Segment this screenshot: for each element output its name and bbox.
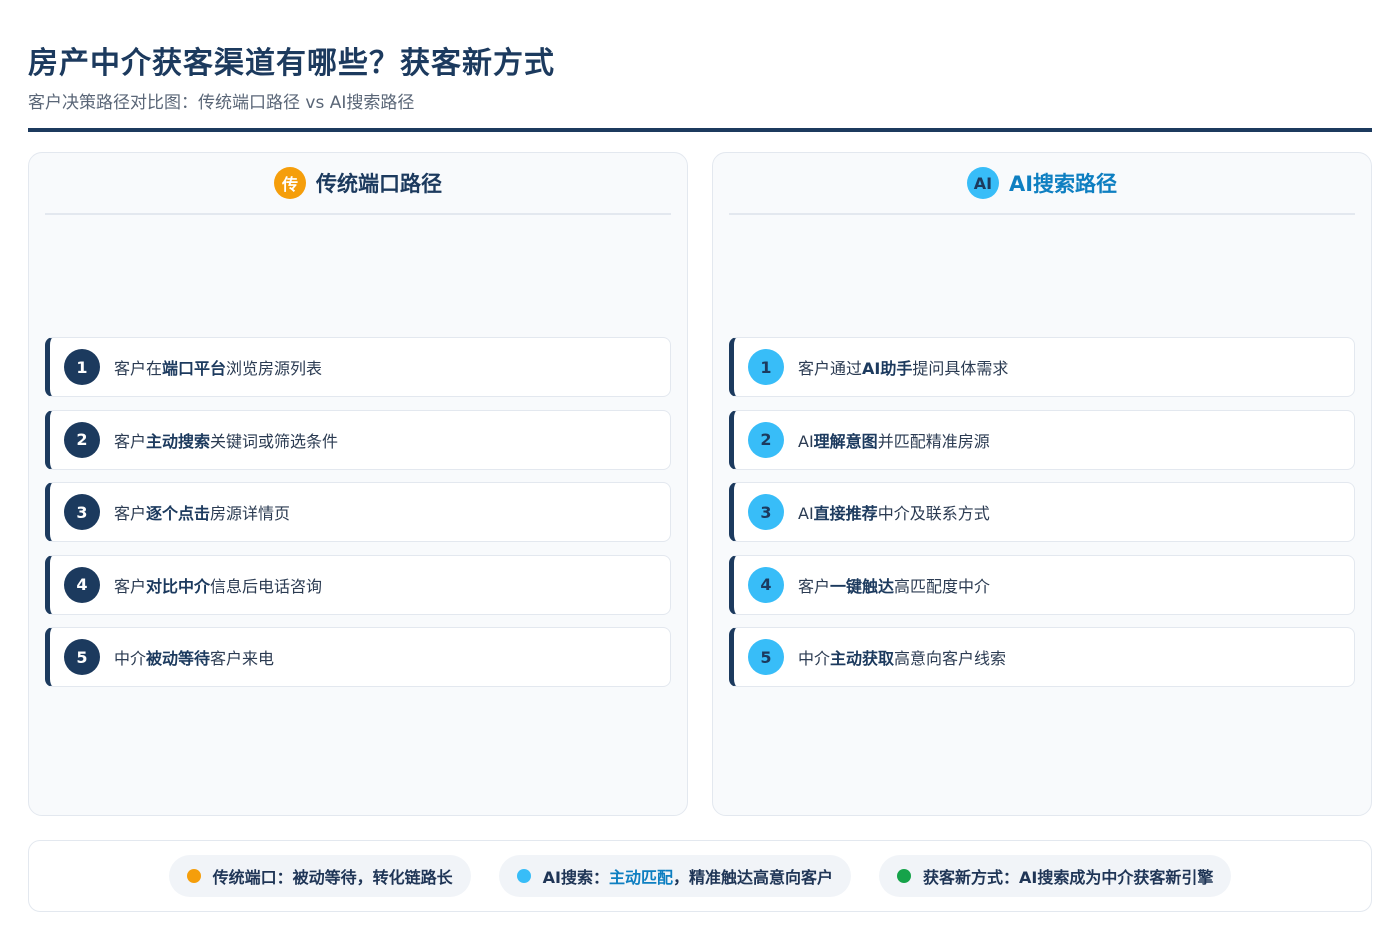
step-number-badge: 2	[64, 421, 100, 458]
traditional-path-panel: 传 传统端口路径 1 客户在端口平台浏览房源列表 2 客户主动搜索关键词或筛选条…	[28, 152, 688, 816]
blue-dot-icon	[516, 869, 531, 883]
step-text: 客户主动搜索关键词或筛选条件	[114, 431, 339, 451]
ai-step-2: 2 AI理解意图并匹配精准房源	[729, 409, 1355, 470]
ai-step-1: 1 客户通过AI助手提问具体需求	[729, 337, 1355, 397]
ai-path-panel: AI AI搜索路径 1 客户通过AI助手提问具体需求 2 AI理解意图并匹配精准…	[712, 152, 1372, 816]
traditional-path-title: 传统端口路径	[316, 172, 442, 196]
page-subtitle: 客户决策路径对比图：传统端口路径 vs AI搜索路径	[28, 93, 415, 113]
step-text: AI直接推荐中介及联系方式	[798, 504, 990, 523]
step-text: 中介主动获取高意向客户线索	[798, 649, 1007, 668]
step-text: 客户在端口平台浏览房源列表	[114, 359, 323, 378]
green-dot-icon	[897, 869, 912, 883]
step-number-badge: 2	[748, 421, 784, 458]
orange-dot-icon	[186, 869, 201, 883]
step-text: 中介被动等待客户来电	[114, 649, 275, 668]
step-number-badge: 1	[748, 349, 784, 385]
step-number-badge: 1	[64, 349, 100, 385]
summary-text: 传统端口：被动等待，转化链路长	[212, 868, 453, 887]
traditional-step-3: 3 客户逐个点击房源详情页	[45, 482, 671, 542]
ai-step-4: 4 客户一键触达高匹配度中介	[729, 554, 1355, 615]
summary-bar: 传统端口：被动等待，转化链路长 AI搜索：主动匹配，精准触达高意向客户 获客新方…	[28, 840, 1372, 912]
traditional-step-1: 1 客户在端口平台浏览房源列表	[45, 337, 671, 397]
traditional-path-header: 传 传统端口路径	[45, 153, 671, 215]
step-number-badge: 4	[748, 566, 784, 603]
summary-text: 获客新方式：AI搜索成为中介获客新引擎	[923, 868, 1214, 887]
step-number-badge: 3	[748, 494, 784, 530]
summary-text: AI搜索：主动匹配，精准触达高意向客户	[542, 868, 834, 887]
step-text: 客户逐个点击房源详情页	[114, 504, 291, 523]
traditional-step-5: 5 中介被动等待客户来电	[45, 627, 671, 687]
traditional-step-4: 4 客户对比中介信息后电话咨询	[45, 554, 671, 615]
step-text: 客户通过AI助手提问具体需求	[798, 359, 1009, 378]
ai-path-header: AI AI搜索路径	[729, 153, 1355, 215]
ai-step-list: 1 客户通过AI助手提问具体需求 2 AI理解意图并匹配精准房源 3 AI直接推…	[729, 337, 1355, 700]
ai-step-5: 5 中介主动获取高意向客户线索	[729, 627, 1355, 687]
ai-step-3: 3 AI直接推荐中介及联系方式	[729, 482, 1355, 542]
page-title: 房产中介获客渠道有哪些？获客新方式	[28, 46, 555, 81]
step-number-badge: 4	[64, 566, 100, 603]
title-divider	[28, 128, 1372, 132]
step-text: AI理解意图并匹配精准房源	[798, 431, 990, 451]
step-number-badge: 3	[64, 494, 100, 530]
summary-traditional: 传统端口：被动等待，转化链路长	[168, 855, 471, 897]
step-number-badge: 5	[748, 639, 784, 675]
traditional-step-2: 2 客户主动搜索关键词或筛选条件	[45, 409, 671, 470]
step-text: 客户一键触达高匹配度中介	[798, 576, 991, 596]
summary-new-method: 获客新方式：AI搜索成为中介获客新引擎	[879, 855, 1232, 897]
traditional-badge-icon: 传	[274, 167, 306, 199]
step-text: 客户对比中介信息后电话咨询	[114, 576, 323, 596]
ai-badge-icon: AI	[966, 167, 999, 199]
step-number-badge: 5	[64, 639, 100, 675]
summary-ai: AI搜索：主动匹配，精准触达高意向客户	[498, 855, 852, 897]
traditional-step-list: 1 客户在端口平台浏览房源列表 2 客户主动搜索关键词或筛选条件 3 客户逐个点…	[45, 337, 671, 700]
ai-path-title: AI搜索路径	[1008, 172, 1118, 196]
